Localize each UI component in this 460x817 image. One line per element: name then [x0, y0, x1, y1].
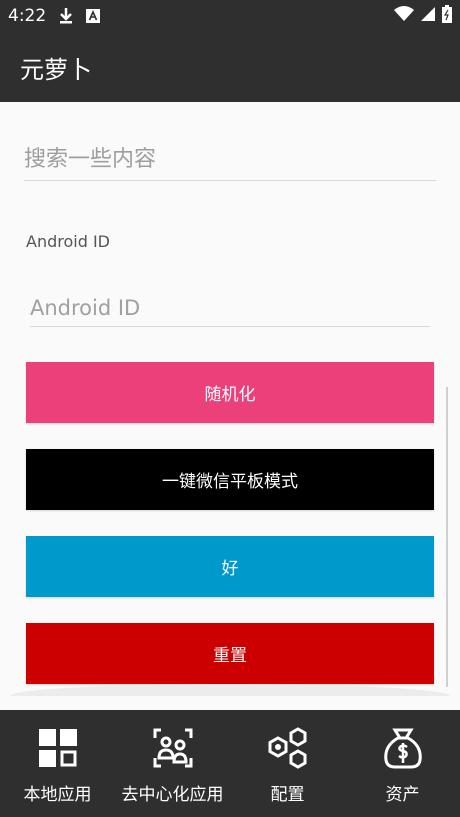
scrollbar[interactable] — [446, 387, 448, 687]
nav-label: 配置 — [270, 785, 305, 805]
search-input[interactable] — [24, 138, 436, 181]
reset-button[interactable]: 重置 — [26, 623, 434, 684]
main-content: Android ID 随机化 一键微信平板模式 好 重置 — [0, 102, 460, 710]
nav-item-config[interactable]: 配置 — [230, 710, 345, 817]
nav-item-local-apps[interactable]: 本地应用 — [0, 710, 115, 817]
android-id-input[interactable] — [30, 290, 430, 327]
download-icon — [58, 7, 74, 25]
wechat-tablet-mode-button[interactable]: 一键微信平板模式 — [26, 449, 434, 510]
signal-icon — [420, 6, 436, 26]
nav-label: 本地应用 — [23, 785, 92, 805]
nav-label: 资产 — [385, 785, 420, 805]
nav-label: 去中心化应用 — [121, 785, 224, 805]
randomize-button[interactable]: 随机化 — [26, 362, 434, 423]
grid-icon — [36, 726, 80, 774]
hexagons-icon — [266, 726, 310, 774]
overscroll-glow — [10, 684, 450, 696]
nav-item-decentralized-apps[interactable]: 去中心化应用 — [115, 710, 230, 817]
nav-item-assets[interactable]: 资产 — [345, 710, 460, 817]
money-bag-icon — [381, 726, 425, 774]
status-time: 4:22 — [8, 6, 47, 26]
ok-button[interactable]: 好 — [26, 536, 434, 597]
status-bar: 4:22 — [0, 0, 460, 32]
scan-people-icon — [151, 726, 195, 774]
wifi-icon — [394, 6, 414, 26]
bottom-navigation: 本地应用 去中心化应用 配置 资产 — [0, 710, 460, 817]
a-icon — [86, 9, 101, 23]
app-title: 元萝卜 — [20, 55, 92, 84]
app-bar: 元萝卜 — [0, 32, 460, 102]
battery-icon — [442, 5, 452, 27]
android-id-label: Android ID — [26, 232, 110, 251]
